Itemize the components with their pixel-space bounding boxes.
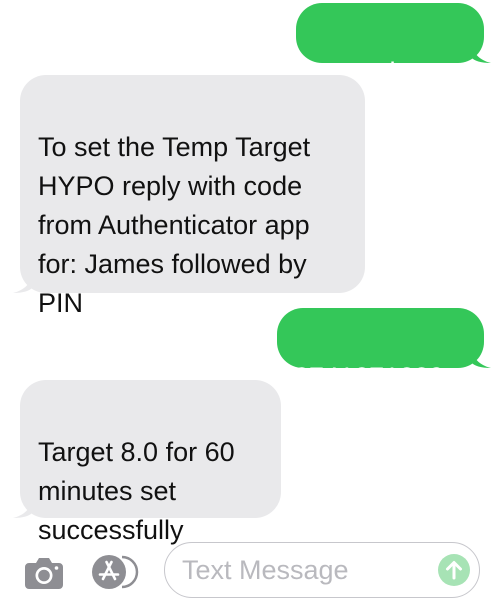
message-input[interactable] xyxy=(182,551,432,589)
send-arrow-icon xyxy=(446,561,462,580)
message-thread: target hypo To set the Temp Target HYPO … xyxy=(0,0,500,545)
camera-icon xyxy=(25,558,63,589)
outgoing-message: 2741271289 xyxy=(277,308,491,392)
outgoing-message: target hypo xyxy=(296,3,491,87)
message-input-bar xyxy=(0,530,500,603)
bubble-tail xyxy=(471,348,491,368)
phone-number-link[interactable]: 2741271289 xyxy=(294,362,444,392)
bubble-tail xyxy=(471,43,491,63)
incoming-message: To set the Temp Target HYPO reply with c… xyxy=(13,75,365,318)
app-store-button[interactable] xyxy=(91,554,141,590)
incoming-message: Target 8.0 for 60 minutes set successful… xyxy=(13,380,281,545)
camera-button[interactable] xyxy=(24,556,64,590)
send-button[interactable] xyxy=(438,554,470,586)
bubble-tail xyxy=(13,273,33,293)
message-text: Target 8.0 for 60 minutes set successful… xyxy=(38,437,235,545)
bubble-tail xyxy=(13,498,33,518)
app-store-icon xyxy=(92,555,139,589)
message-text-field xyxy=(164,542,480,598)
message-text: To set the Temp Target HYPO reply with c… xyxy=(38,132,311,318)
